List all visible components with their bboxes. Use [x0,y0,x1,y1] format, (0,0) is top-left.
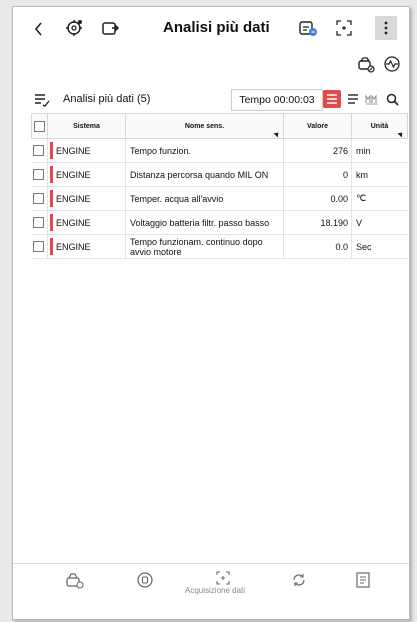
sensor-name-cell: Tempo funzion. [125,138,284,163]
vehicle-icon [66,573,84,589]
unit-cell: V [351,210,408,235]
unit-cell: ℃ [351,186,408,211]
analysis-title: Analisi più dati (5) [63,93,151,105]
select-list-button[interactable] [33,91,51,109]
search-icon [386,93,399,106]
column-header-name[interactable]: Nome sens. [125,113,284,139]
back-button[interactable] [31,19,47,39]
timer-display: Tempo 00:00:03 [231,89,323,111]
record-button[interactable] [297,17,319,39]
row-select-cell [31,162,48,187]
table-row[interactable]: ENGINE Distanza percorsa quando MIL ON 0… [31,162,408,187]
text-view-button[interactable] [344,90,362,108]
select-all-checkbox[interactable] [34,120,45,132]
export-icon [102,22,120,35]
sort-indicator-icon [397,130,405,138]
column-header-system[interactable]: Sistema [47,113,126,139]
select-all-cell [31,113,48,139]
refresh-icon [293,574,305,586]
table-row[interactable]: ENGINE Tempo funzionam. continuo dopo av… [31,234,408,259]
text-view-icon [348,94,358,104]
signal-button[interactable] [381,53,403,75]
app-window: Analisi più dati Analisi più dati (5) Te… [12,6,410,620]
report-icon [356,572,370,588]
chevron-left-icon [34,22,42,36]
record-toggle-button[interactable] [133,568,157,592]
row-checkbox[interactable] [32,169,44,181]
column-header-value[interactable]: Valore [283,113,352,139]
analysis-toolbar: Analisi più dati (5) Tempo 00:00:03 [13,87,409,113]
screenshot-button[interactable] [333,17,355,39]
value-cell: 18.190 [283,210,352,235]
table-row[interactable]: ENGINE Voltaggio batteria filtr. passo b… [31,210,408,235]
top-toolbar: Analisi più dati [13,7,409,49]
system-cell: ENGINE [47,234,126,259]
unit-cell: min [351,138,408,163]
list-edit-icon [35,94,50,107]
row-select-cell [31,186,48,211]
refresh-button[interactable] [287,568,311,592]
column-header-unit[interactable]: Unità [351,113,408,139]
record-circle-icon [137,572,153,588]
sensor-name-cell: Tempo funzionam. continuo dopo avvio mot… [125,234,284,259]
table-header-row: Sistema Nome sens. Valore Unità [31,113,408,139]
row-checkbox[interactable] [32,217,44,229]
more-menu-button[interactable] [375,16,397,40]
sensor-name-cell: Distanza percorsa quando MIL ON [125,162,284,187]
more-vertical-icon [384,21,388,35]
capture-icon [336,20,352,36]
system-cell: ENGINE [47,186,126,211]
value-cell: 0 [283,162,352,187]
search-button[interactable] [383,90,401,108]
vehicle-disconnect-button[interactable] [355,53,377,75]
row-select-cell [31,138,48,163]
export-button[interactable] [99,17,121,39]
column-header-name-label: Nome sens. [184,122,225,130]
table-row[interactable]: ENGINE Temper. acqua all'avvio 0.00 ℃ [31,186,408,211]
record-data-icon [299,21,317,36]
report-button[interactable] [351,568,375,592]
bottom-toolbar: Acquisizione dati [13,563,409,619]
acquisition-button[interactable] [211,568,235,588]
sensor-name-cell: Voltaggio batteria filtr. passo basso [125,210,284,235]
row-checkbox[interactable] [32,193,44,205]
sensor-table: Sistema Nome sens. Valore Unità ENGINE T… [31,113,408,259]
row-select-cell [31,234,48,259]
row-select-cell [31,210,48,235]
sensor-name-cell: Temper. acqua all'avvio [125,186,284,211]
vehicle-gear-icon [66,20,82,36]
capture-icon [216,571,230,585]
row-checkbox[interactable] [32,145,44,157]
list-view-button[interactable] [323,90,341,108]
system-cell: ENGINE [47,138,126,163]
column-header-unit-label: Unità [370,122,389,130]
vehicle-disconnect-icon [358,57,375,73]
vehicle-check-button[interactable] [63,17,85,39]
graph-view-button[interactable] [363,90,381,108]
unit-cell: Sec [351,234,408,259]
page-title: Analisi più dati [163,19,270,36]
value-cell: 276 [283,138,352,163]
value-cell: 0.0 [283,234,352,259]
acquisition-label: Acquisizione dati [185,586,246,595]
waveform-icon [365,94,378,105]
system-cell: ENGINE [47,162,126,187]
value-cell: 0.00 [283,186,352,211]
unit-cell: km [351,162,408,187]
sort-indicator-icon [273,130,281,138]
vehicle-button[interactable] [63,568,87,592]
signal-icon [384,56,400,72]
list-view-icon [327,94,337,104]
row-checkbox[interactable] [32,241,44,253]
system-cell: ENGINE [47,210,126,235]
table-row[interactable]: ENGINE Tempo funzion. 276 min [31,138,408,163]
